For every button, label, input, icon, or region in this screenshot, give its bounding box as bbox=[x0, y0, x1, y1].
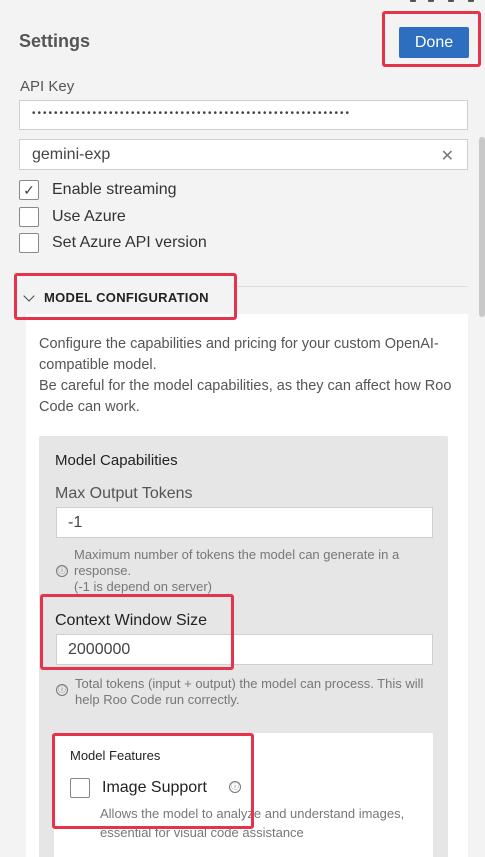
info-icon: ⓘ bbox=[56, 684, 68, 696]
toolbar-icon[interactable] bbox=[468, 0, 474, 2]
close-icon[interactable]: ✕ bbox=[441, 146, 454, 166]
use-azure-checkbox[interactable] bbox=[19, 207, 39, 227]
azure-api-version-checkbox[interactable] bbox=[19, 233, 39, 253]
toolbar-icon[interactable] bbox=[410, 0, 416, 2]
enable-streaming-option[interactable]: ✓ Enable streaming bbox=[19, 180, 177, 200]
max-output-tokens-label: Max Output Tokens bbox=[55, 485, 193, 502]
done-button[interactable]: Done bbox=[399, 27, 469, 58]
azure-api-version-label: Set Azure API version bbox=[52, 234, 207, 251]
context-window-help: Total tokens (input + output) the model … bbox=[75, 676, 424, 707]
toolbar-icons bbox=[365, 0, 485, 4]
max-output-tokens-value: -1 bbox=[68, 514, 83, 531]
model-configuration-toggle[interactable]: MODEL CONFIGURATION bbox=[23, 289, 209, 305]
features-highlight bbox=[52, 733, 254, 829]
toolbar-icon[interactable] bbox=[428, 0, 434, 2]
max-output-tokens-input[interactable]: -1 bbox=[56, 507, 433, 538]
description-line: Configure the capabilities and pricing f… bbox=[39, 336, 439, 373]
section-divider bbox=[237, 286, 468, 287]
enable-streaming-label: Enable streaming bbox=[52, 181, 177, 198]
api-key-label: API Key bbox=[20, 78, 75, 95]
help-line: Maximum number of tokens the model can g… bbox=[74, 547, 400, 578]
section-title: MODEL CONFIGURATION bbox=[44, 290, 209, 305]
model-id-value: gemini-exp bbox=[32, 146, 111, 163]
use-azure-option[interactable]: Use Azure bbox=[19, 207, 126, 227]
azure-api-version-option[interactable]: Set Azure API version bbox=[19, 233, 207, 253]
configuration-description: Configure the capabilities and pricing f… bbox=[39, 334, 459, 418]
context-window-highlight bbox=[40, 594, 234, 670]
info-icon: ⓘ bbox=[56, 565, 68, 577]
model-capabilities-title: Model Capabilities bbox=[55, 452, 178, 469]
help-line: (-1 is depend on server) bbox=[74, 579, 213, 594]
page-title: Settings bbox=[19, 31, 91, 51]
api-key-input[interactable]: ••••••••••••••••••••••••••••••••••••••••… bbox=[19, 100, 468, 130]
scrollbar[interactable] bbox=[479, 137, 485, 317]
toolbar-icon[interactable] bbox=[448, 0, 454, 2]
model-id-input[interactable]: gemini-exp ✕ bbox=[19, 139, 468, 170]
enable-streaming-checkbox[interactable]: ✓ bbox=[19, 180, 39, 200]
chevron-down-icon bbox=[23, 289, 35, 302]
max-output-tokens-help: Maximum number of tokens the model can g… bbox=[74, 547, 444, 595]
description-line: Be careful for the model capabilities, a… bbox=[39, 378, 452, 415]
use-azure-label: Use Azure bbox=[52, 208, 126, 225]
api-key-value: ••••••••••••••••••••••••••••••••••••••••… bbox=[32, 108, 352, 119]
